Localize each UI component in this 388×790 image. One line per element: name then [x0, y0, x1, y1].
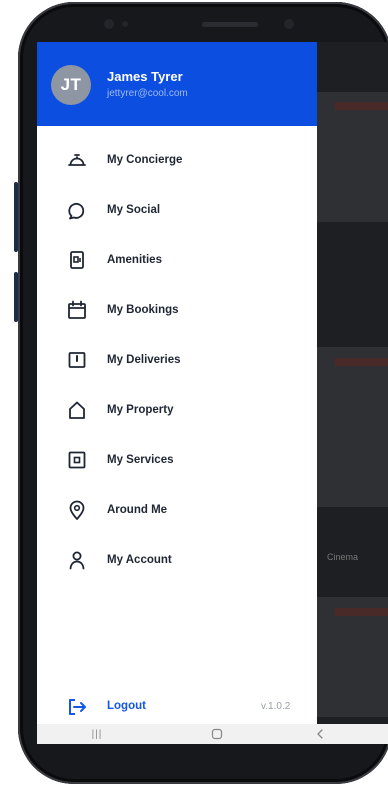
home-icon [211, 728, 223, 740]
services-icon [68, 451, 86, 469]
background-card-stripe [335, 608, 388, 616]
location-pin-icon [69, 500, 85, 520]
menu-label: My Deliveries [107, 354, 181, 366]
menu-item-my-property[interactable]: My Property [37, 388, 317, 432]
back-icon [317, 729, 323, 739]
navigation-drawer: JT James Tyrer jettyrer@cool.com My Conc… [37, 42, 317, 744]
menu-item-amenities[interactable]: Amenities [37, 238, 317, 282]
drawer-header: JT James Tyrer jettyrer@cool.com [37, 42, 317, 126]
house-icon [69, 401, 85, 419]
menu-label: My Services [107, 454, 174, 466]
delivery-box-icon [68, 352, 86, 368]
menu-label: My Bookings [107, 304, 179, 316]
calendar-icon [68, 300, 86, 319]
iris-sensor [284, 19, 294, 29]
system-nav-bar: ||| [37, 724, 388, 744]
menu-item-my-social[interactable]: My Social [37, 188, 317, 232]
chat-bubble-icon [68, 203, 85, 220]
avatar[interactable]: JT [51, 65, 91, 105]
menu-item-my-deliveries[interactable]: My Deliveries [37, 338, 317, 382]
background-card-title: Cinema [327, 552, 359, 562]
background-card-stripe [335, 102, 388, 110]
menu-label: My Social [107, 204, 161, 216]
menu-label: My Property [107, 404, 174, 416]
menu-item-my-bookings[interactable]: My Bookings [37, 288, 317, 332]
background-card [317, 92, 388, 222]
user-name: James Tyrer [107, 69, 183, 84]
menu-item-my-account[interactable]: My Account [37, 538, 317, 582]
menu-item-my-concierge[interactable]: My Concierge [37, 138, 317, 182]
volume-button [14, 272, 18, 322]
bixby-button [14, 182, 18, 252]
logout-row[interactable]: Logout v.1.0.2 [37, 692, 317, 722]
background-card [317, 347, 388, 507]
earpiece-speaker [202, 22, 258, 27]
sensor-dot [122, 21, 128, 27]
phone-screen: Cinema JT James Tyrer jettyrer@cool.com … [37, 42, 388, 744]
menu-item-around-me[interactable]: Around Me [37, 488, 317, 532]
home-button[interactable] [202, 724, 232, 744]
concierge-bell-icon [68, 154, 86, 166]
menu-label: Around Me [107, 504, 168, 516]
recents-icon: ||| [91, 728, 103, 740]
background-app: Cinema [317, 42, 388, 744]
logout-label: Logout [107, 700, 146, 712]
recents-button[interactable]: ||| [82, 724, 112, 744]
logout-icon [69, 699, 86, 715]
app-version: v.1.0.2 [261, 701, 291, 712]
user-email: jettyrer@cool.com [107, 88, 188, 99]
amenities-icon [70, 251, 84, 269]
background-card-stripe [335, 358, 388, 366]
person-icon [69, 551, 85, 570]
front-camera [104, 19, 114, 29]
back-button[interactable] [305, 724, 335, 744]
menu-item-my-services[interactable]: My Services [37, 438, 317, 482]
menu-label: My Concierge [107, 154, 183, 166]
menu-label: Amenities [107, 254, 162, 266]
menu-label: My Account [107, 554, 172, 566]
